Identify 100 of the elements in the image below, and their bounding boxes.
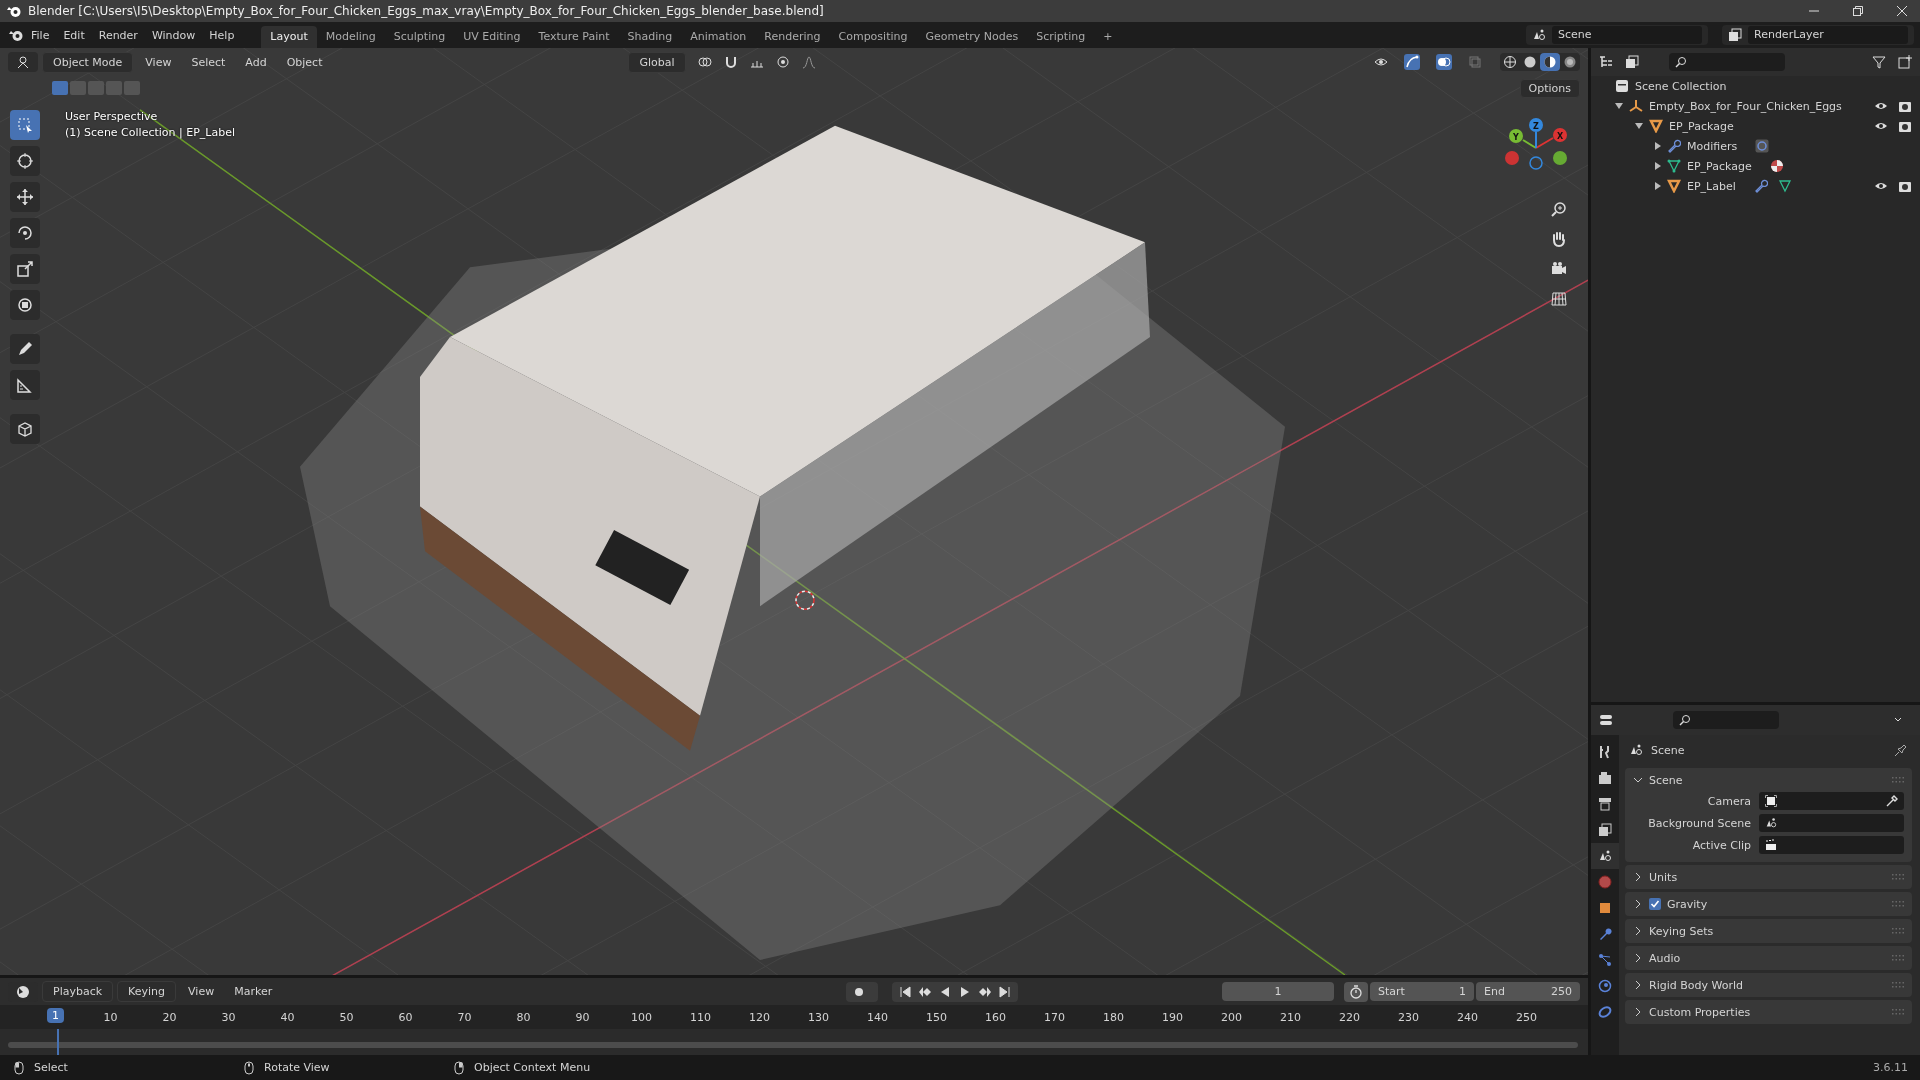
subdivision-modifier-icon[interactable] <box>1755 139 1770 153</box>
camera-icon[interactable] <box>1898 179 1912 193</box>
new-collection-icon[interactable] <box>1898 55 1912 69</box>
zoom-icon[interactable] <box>1550 200 1568 218</box>
panel-title[interactable]: Keying Sets <box>1649 924 1714 938</box>
drag-handle-icon[interactable] <box>1892 901 1904 907</box>
3d-cursor-icon[interactable] <box>795 590 815 610</box>
eyedropper-icon[interactable] <box>1886 795 1898 807</box>
pencil-tool-icon[interactable] <box>10 334 40 364</box>
drag-handle-icon[interactable] <box>1892 982 1904 988</box>
jump-end-icon[interactable] <box>998 984 1012 999</box>
falloff-curve-icon[interactable] <box>801 55 816 69</box>
workspace-tab[interactable]: Shading <box>618 26 682 48</box>
restore-icon[interactable] <box>1852 5 1864 17</box>
rotate-tool-icon[interactable] <box>10 218 40 248</box>
menu-item[interactable]: Window <box>144 28 203 42</box>
panel-title[interactable]: Units <box>1649 870 1678 884</box>
menu-item[interactable]: View <box>137 55 180 69</box>
grid-icon[interactable] <box>1550 290 1568 308</box>
end-frame-field[interactable]: End 250 <box>1476 982 1580 1001</box>
chevron-right-icon[interactable] <box>1633 980 1643 990</box>
expand-arrow-down-icon[interactable] <box>1615 103 1623 109</box>
expand-arrow-right-icon[interactable] <box>1655 182 1661 190</box>
pin-icon[interactable] <box>1894 743 1908 757</box>
menu-item[interactable]: Marker <box>226 985 281 998</box>
panel-title[interactable]: Audio <box>1649 951 1681 965</box>
workspace-tab[interactable]: Animation <box>681 26 756 48</box>
timeline-scrollbar[interactable] <box>8 1042 1578 1048</box>
tree-item[interactable]: Scene Collection <box>1635 79 1727 93</box>
workspace-tab[interactable]: Modeling <box>316 26 385 48</box>
menu-item[interactable]: Edit <box>56 28 92 42</box>
pivot-icon[interactable] <box>697 55 712 69</box>
panel-title[interactable]: Rigid Body World <box>1649 978 1743 992</box>
menu-item[interactable]: File <box>24 28 57 42</box>
tree-item[interactable]: EP_Package <box>1669 119 1734 133</box>
transform-tool-icon[interactable] <box>10 290 40 320</box>
gizmo-negative-axis-icon[interactable] <box>1529 156 1543 170</box>
display-mode-icon[interactable] <box>1625 55 1639 69</box>
drag-handle-icon[interactable] <box>1892 1009 1904 1015</box>
overlays-icon[interactable] <box>1436 54 1452 70</box>
checkbox[interactable] <box>1649 898 1661 910</box>
expand-arrow-right-icon[interactable] <box>1655 142 1661 150</box>
workspace-tab[interactable]: Geometry Nodes <box>916 26 1028 48</box>
panel-title[interactable]: Gravity <box>1667 897 1708 911</box>
chevron-right-icon[interactable] <box>1633 872 1643 882</box>
chevron-right-icon[interactable] <box>1633 926 1643 936</box>
outliner-editor-icon[interactable] <box>1599 55 1613 69</box>
shading-material-icon[interactable] <box>1540 53 1560 71</box>
clip-field[interactable] <box>1759 836 1904 854</box>
move-tool-icon[interactable] <box>10 182 40 212</box>
gizmo-axis-handle[interactable]: Y <box>1509 129 1523 143</box>
options-dropdown[interactable]: Options <box>1519 78 1580 98</box>
mode-dropdown[interactable]: Object Mode <box>42 51 134 73</box>
jump-start-icon[interactable] <box>898 984 912 999</box>
drag-handle-icon[interactable] <box>1892 874 1904 880</box>
menu-item[interactable]: Object <box>278 55 331 69</box>
gizmo-axis-handle[interactable]: Z <box>1529 118 1543 132</box>
workspace-tab[interactable]: Compositing <box>829 26 917 48</box>
camera-icon[interactable] <box>1898 119 1912 133</box>
chevron-right-icon[interactable] <box>1633 953 1643 963</box>
filter-icon[interactable] <box>1872 55 1886 69</box>
expand-arrow-right-icon[interactable] <box>1655 162 1661 170</box>
start-frame-field[interactable]: Start 1 <box>1370 982 1474 1001</box>
stopwatch-icon[interactable] <box>1344 981 1368 1002</box>
camera-field[interactable] <box>1759 792 1904 810</box>
drag-handle-icon[interactable] <box>1892 777 1904 783</box>
view-layer-field[interactable]: RenderLayer <box>1748 26 1908 44</box>
eye-icon[interactable] <box>1374 55 1388 69</box>
menu-item[interactable]: Help <box>202 28 242 42</box>
ruler-tool-icon[interactable] <box>10 370 40 400</box>
chevron-right-icon[interactable] <box>1633 899 1643 909</box>
workspace-tab[interactable]: UV Editing <box>454 26 530 48</box>
scene-field[interactable] <box>1759 814 1904 832</box>
current-frame-field[interactable]: 1 <box>1222 982 1334 1001</box>
menu-dropdown[interactable]: Playback <box>42 981 114 1002</box>
material-icon[interactable] <box>1769 159 1784 173</box>
record-icon[interactable] <box>846 981 878 1002</box>
scene-tab-icon[interactable] <box>1591 843 1619 869</box>
outliner-search-field[interactable] <box>1669 53 1785 71</box>
menu-item[interactable]: Select <box>183 55 234 69</box>
orientation-dropdown[interactable]: Global <box>628 51 686 73</box>
playhead-frame-badge[interactable]: 1 <box>47 1008 64 1023</box>
scale-tool-icon[interactable] <box>10 254 40 284</box>
editor-type-icon[interactable] <box>16 55 30 69</box>
clock-icon[interactable] <box>16 984 30 999</box>
scene-name-field[interactable]: Scene <box>1552 26 1702 44</box>
view-layer-icon[interactable] <box>1728 28 1742 42</box>
gizmo-negative-axis-icon[interactable] <box>1553 151 1567 165</box>
hand-icon[interactable] <box>1550 230 1568 248</box>
tree-item[interactable]: Modifiers <box>1687 139 1738 153</box>
select-box-tool-icon[interactable] <box>10 110 40 140</box>
chevron-right-icon[interactable] <box>1633 1007 1643 1017</box>
gizmo-axis-handle[interactable]: X <box>1553 128 1567 142</box>
proportional-edit-icon[interactable] <box>775 55 790 69</box>
drag-handle-icon[interactable] <box>1892 928 1904 934</box>
expand-arrow-down-icon[interactable] <box>1635 123 1643 129</box>
workspace-tab[interactable]: Rendering <box>755 26 830 48</box>
workspace-tab[interactable]: + <box>1094 26 1122 48</box>
chevron-down-icon[interactable] <box>1633 775 1643 785</box>
cursor-tool-icon[interactable] <box>10 146 40 176</box>
